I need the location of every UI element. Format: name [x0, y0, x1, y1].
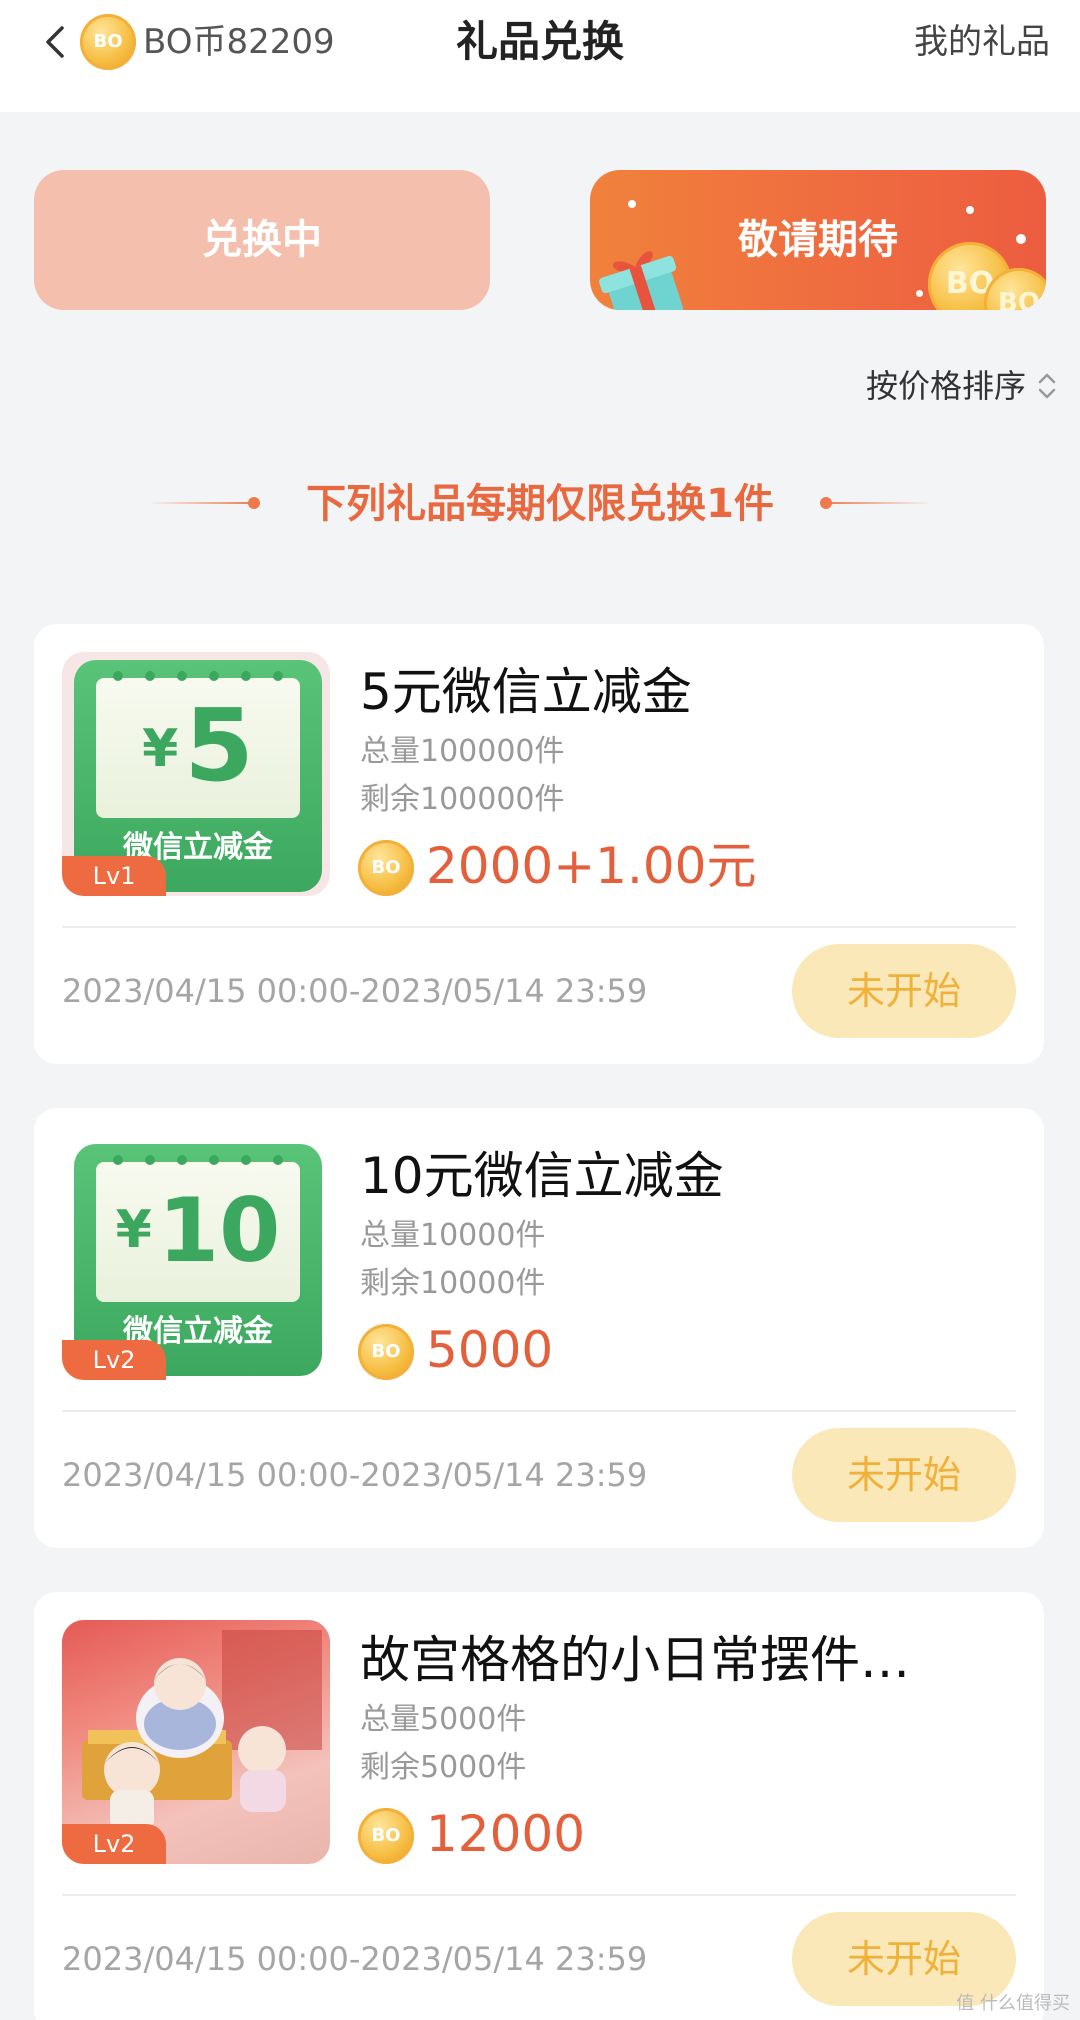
gift-total: 总量5000件 — [360, 1702, 527, 1737]
gift-total: 总量100000件 — [360, 734, 565, 769]
tab-coming-soon[interactable]: BO BO 敬请期待 — [590, 170, 1046, 310]
gift-card[interactable]: ¥10 微信立减金 Lv2 10元微信立减金 总量10000件 剩余10000件… — [34, 1108, 1044, 1548]
watermark: 值 什么值得买 — [956, 1993, 1070, 2014]
exchange-limit-notice: 下列礼品每期仅限兑换1件 — [306, 481, 774, 527]
tab-label: 兑换中 — [202, 217, 322, 263]
gift-card[interactable]: Lv2 故宫格格的小日常摆件… 总量5000件 剩余5000件 BO 12000… — [34, 1592, 1044, 2020]
exchange-period: 2023/04/15 00:00-2023/05/14 23:59 — [62, 1940, 648, 1978]
bo-coin-icon: BO — [358, 840, 414, 896]
voucher-amount: ¥5 — [142, 687, 254, 804]
gift-title: 5元微信立减金 — [360, 663, 692, 721]
gift-price: 12000 — [426, 1805, 586, 1863]
gift-thumbnail: ¥10 微信立减金 Lv2 — [62, 1136, 330, 1380]
sparkle-icon — [966, 206, 974, 214]
bo-coin-icon: BO — [358, 1324, 414, 1380]
gift-thumbnail: Lv2 — [62, 1620, 330, 1864]
sparkle-icon — [1016, 234, 1026, 244]
sparkle-icon — [628, 200, 636, 208]
voucher-holes — [113, 671, 283, 681]
exchange-period: 2023/04/15 00:00-2023/05/14 23:59 — [62, 1456, 648, 1494]
level-badge: Lv2 — [62, 1824, 166, 1864]
top-bar: BO BO币82209 礼品兑换 我的礼品 — [0, 0, 1080, 112]
card-divider — [62, 926, 1016, 928]
my-gifts-link[interactable]: 我的礼品 — [914, 18, 1050, 66]
notice-divider-right — [822, 502, 932, 504]
tab-label: 敬请期待 — [738, 217, 898, 263]
tab-exchanging[interactable]: 兑换中 — [34, 170, 490, 310]
gift-box-icon — [599, 251, 684, 310]
level-badge: Lv1 — [62, 856, 166, 896]
not-started-button[interactable]: 未开始 — [792, 1428, 1016, 1522]
level-badge: Lv2 — [62, 1340, 166, 1380]
gift-remaining: 剩余100000件 — [360, 782, 565, 817]
bo-coin-icon: BO — [358, 1808, 414, 1864]
gift-card[interactable]: ¥5 微信立减金 Lv1 5元微信立减金 总量100000件 剩余100000件… — [34, 624, 1044, 1064]
gift-price: 5000 — [426, 1321, 554, 1379]
gift-remaining: 剩余10000件 — [360, 1266, 546, 1301]
gift-remaining: 剩余5000件 — [360, 1750, 527, 1785]
gift-thumbnail: ¥5 微信立减金 Lv1 — [62, 652, 330, 896]
card-divider — [62, 1894, 1016, 1896]
gift-price: 2000+1.00元 — [426, 837, 757, 895]
not-started-button[interactable]: 未开始 — [792, 944, 1016, 1038]
sparkle-icon — [916, 290, 923, 297]
sort-by-price[interactable]: 按价格排序 — [866, 362, 1026, 410]
voucher-amount: ¥10 — [115, 1179, 281, 1282]
gift-total: 总量10000件 — [360, 1218, 546, 1253]
exchange-period: 2023/04/15 00:00-2023/05/14 23:59 — [62, 972, 648, 1010]
card-divider — [62, 1410, 1016, 1412]
sort-updown-icon[interactable] — [1034, 366, 1060, 406]
voucher-holes — [113, 1155, 283, 1165]
gift-title: 故宫格格的小日常摆件… — [360, 1631, 910, 1689]
gift-title: 10元微信立减金 — [360, 1147, 724, 1205]
